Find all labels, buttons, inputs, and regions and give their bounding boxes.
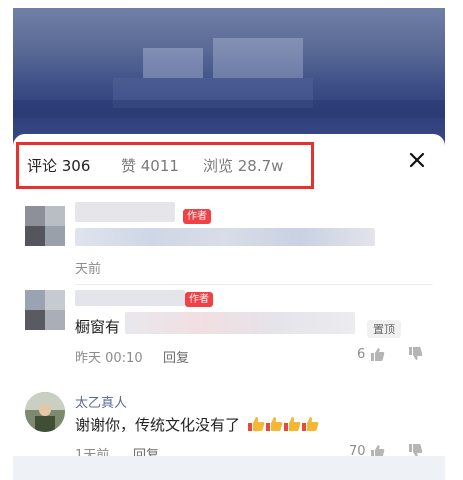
comment-text: 橱窗有 (75, 318, 121, 336)
comment-item: 作者 橱窗有 置顶 昨天 00:10 回复 6 (13, 290, 445, 370)
blurred-name (75, 290, 185, 306)
comment-text: 谢谢你，传统文化没有了 (75, 414, 319, 435)
blurred-name (75, 202, 175, 222)
close-icon (409, 152, 425, 168)
comment-time: 昨天 00:10 (75, 351, 143, 366)
comments-sheet: 评论 306 赞 4011 浏览 28.7w 作者 天前 作者 橱窗有 置顶 昨… (13, 134, 445, 480)
comment-item: 作者 天前 (13, 202, 445, 282)
close-button[interactable] (405, 148, 429, 172)
tab-bar: 评论 306 赞 4011 浏览 28.7w (13, 134, 445, 196)
thumbs-up-emoji-icon (283, 417, 301, 431)
blurred-text (125, 312, 355, 334)
avatar[interactable] (25, 392, 65, 432)
thumb-down-icon[interactable] (407, 346, 423, 362)
thumbs-up-emoji-icon (247, 417, 265, 431)
author-tag: 作者 (185, 292, 213, 307)
blurred-text (75, 228, 375, 246)
thumb-up-icon[interactable] (369, 346, 385, 362)
user-name[interactable]: 太乙真人 (75, 392, 127, 411)
avatar[interactable] (25, 290, 65, 330)
avatar[interactable] (25, 206, 65, 246)
reply-button[interactable]: 回复 (163, 347, 189, 366)
thumbs-up-emoji-icon (265, 417, 283, 431)
wave-band (13, 100, 445, 118)
author-tag: 作者 (183, 209, 211, 224)
blurred-region (143, 48, 203, 78)
comment-input-bar[interactable] (13, 456, 445, 480)
video-background (13, 8, 445, 148)
comment-time: 天前 (75, 262, 102, 277)
like-count: 6 (357, 347, 366, 362)
thumbs-up-emoji-icon (301, 417, 319, 431)
highlight-box (16, 142, 314, 189)
blurred-region (213, 38, 303, 78)
thumbs-up-emoji (242, 416, 319, 434)
divider (75, 284, 433, 285)
comment-text-body: 谢谢你，传统文化没有了 (75, 416, 241, 434)
pinned-badge: 置顶 (367, 320, 401, 338)
